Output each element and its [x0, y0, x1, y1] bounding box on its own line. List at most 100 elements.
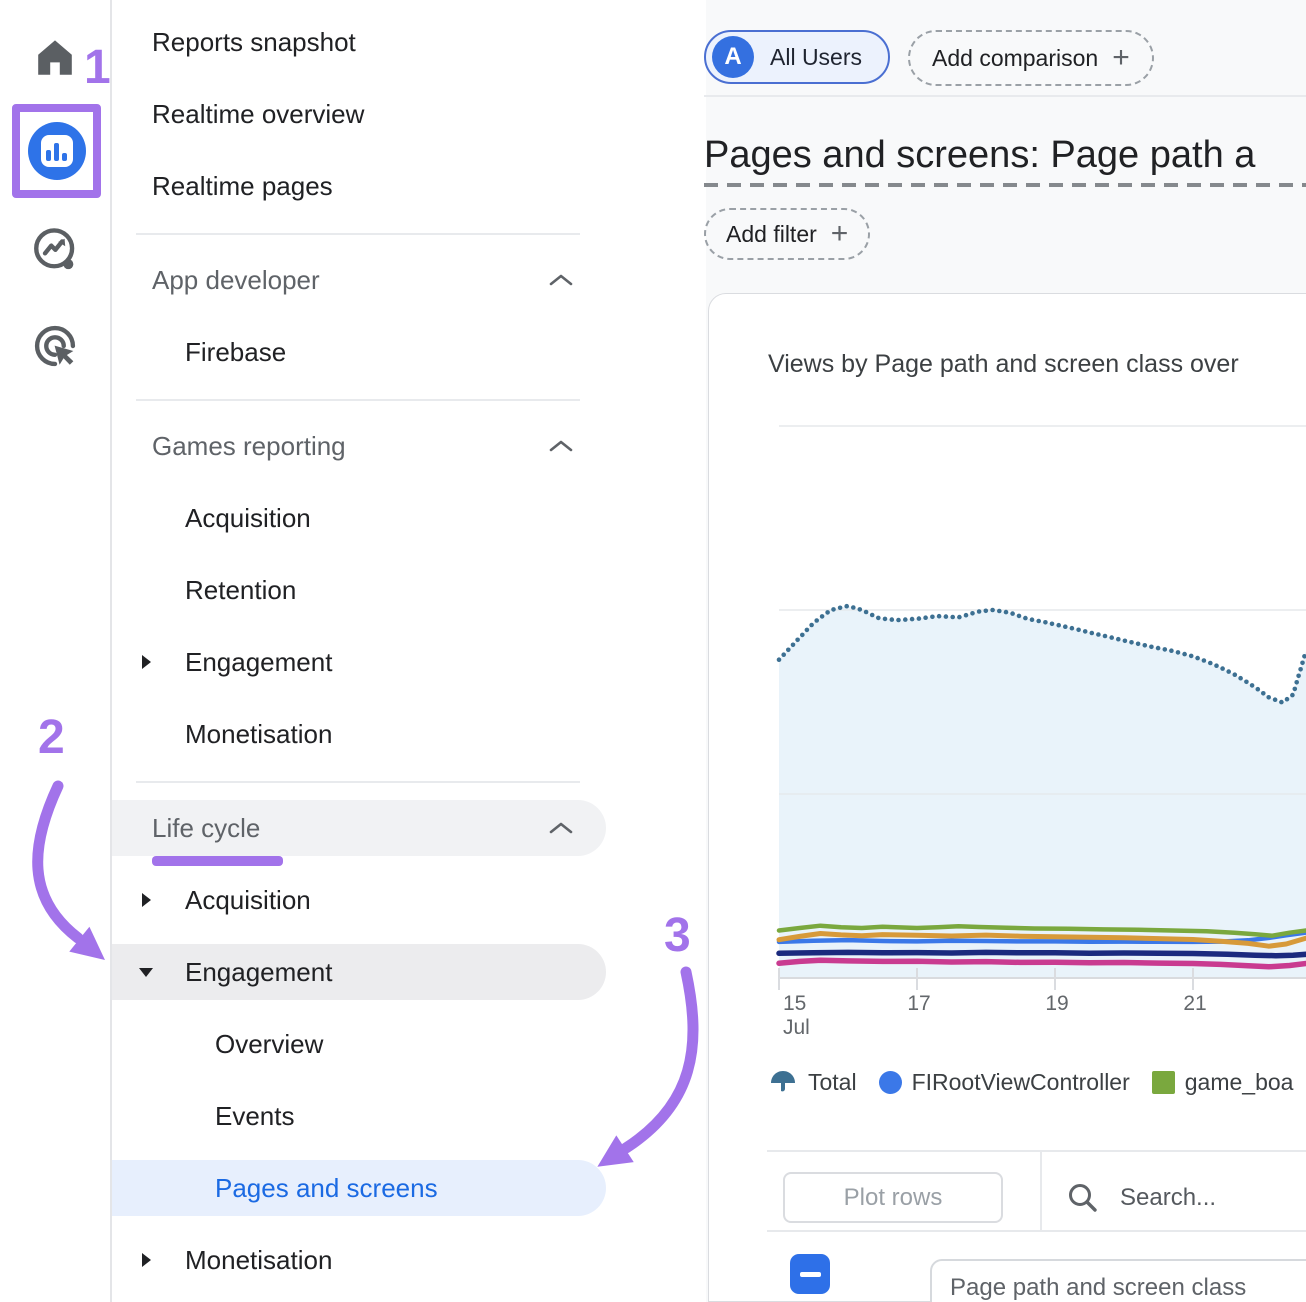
sidebar-item-label: Life cycle [112, 813, 260, 844]
total-dot [1004, 610, 1009, 615]
total-dot [831, 607, 836, 612]
sidebar-item-acquisition[interactable]: Acquisition [112, 872, 606, 928]
sidebar-item-pages-and-screens[interactable]: Pages and screens [112, 1160, 606, 1216]
reports-nav-button[interactable] [28, 122, 86, 180]
total-dot [1023, 616, 1028, 621]
sidebar-item-monetisation[interactable]: Monetisation [112, 1232, 606, 1288]
reports-sidebar: Reports snapshot Realtime overview Realtim… [112, 0, 706, 1302]
sidebar-item-label: Pages and screens [112, 1173, 438, 1204]
total-dot [984, 609, 989, 614]
total-dot [903, 617, 908, 622]
sidebar-section-life-cycle[interactable]: Life cycle [112, 800, 606, 856]
add-comparison-label: Add comparison [932, 45, 1098, 72]
step1-highlight-frame [12, 104, 101, 198]
total-dot [1096, 632, 1101, 637]
total-dot [1250, 683, 1255, 688]
sidebar-item-engagement[interactable]: Engagement [112, 634, 606, 690]
add-comparison-button[interactable]: Add comparison + [908, 30, 1154, 86]
chevron-up-icon[interactable] [548, 272, 574, 293]
total-dot [1300, 661, 1305, 666]
all-users-segment-chip[interactable]: A All Users [704, 30, 890, 84]
plot-rows-button[interactable]: Plot rows [783, 1172, 1003, 1223]
expand-arrow-right-icon[interactable] [136, 872, 156, 928]
legend-label: FIRootViewController [912, 1069, 1130, 1096]
select-all-checkbox[interactable] [790, 1254, 830, 1294]
total-dot [1290, 693, 1295, 698]
sidebar-item-reports-snapshot[interactable]: Reports snapshot [112, 14, 606, 70]
total-dot [1298, 667, 1303, 672]
total-dot [1163, 647, 1168, 652]
sidebar-item-firebase[interactable]: Firebase [112, 324, 606, 380]
dimension-selector[interactable]: Page path and screen class [930, 1259, 1306, 1302]
chevron-up-icon[interactable] [548, 820, 574, 841]
sidebar-item-realtime-overview[interactable]: Realtime overview [112, 86, 606, 142]
sidebar-section-app-developer[interactable]: App developer [112, 252, 606, 308]
total-dot [870, 613, 875, 618]
total-dot [896, 618, 901, 623]
sidebar-item-monetisation[interactable]: Monetisation [112, 706, 606, 762]
total-dot [844, 604, 849, 609]
total-dot [883, 617, 888, 622]
total-dot [917, 616, 922, 621]
total-dot [851, 605, 856, 610]
x-tick-label: 19 [1045, 992, 1068, 1015]
total-dot [1149, 645, 1154, 650]
sidebar-item-label: App developer [112, 265, 320, 296]
total-dot [1156, 646, 1161, 651]
total-dot [1226, 669, 1231, 674]
advertising-nav-button[interactable] [0, 318, 110, 374]
sidebar-divider [136, 781, 580, 783]
sidebar-item-engagement[interactable]: Engagement [112, 944, 606, 1000]
total-dot [1129, 640, 1134, 645]
table-search[interactable] [1066, 1172, 1306, 1223]
total-dot [1293, 687, 1298, 692]
total-dot [1017, 614, 1022, 619]
total-dot [950, 615, 955, 620]
total-dot [1302, 654, 1306, 659]
controls-vertical-divider [1040, 1150, 1042, 1230]
expand-arrow-right-icon[interactable] [136, 634, 156, 690]
explore-nav-button[interactable] [0, 222, 110, 278]
total-dot [1056, 623, 1061, 628]
sidebar-item-realtime-pages[interactable]: Realtime pages [112, 158, 606, 214]
expand-arrow-right-icon[interactable] [136, 1232, 156, 1288]
step-3-badge: 3 [664, 908, 691, 963]
legend-item-game-board[interactable]: game_boa [1152, 1069, 1294, 1096]
sidebar-item-retention[interactable]: Retention [112, 562, 606, 618]
series-line [779, 952, 1306, 955]
search-input[interactable] [1118, 1183, 1272, 1213]
add-filter-button[interactable]: Add filter + [704, 208, 870, 260]
total-dot [964, 613, 969, 618]
total-dot [1220, 666, 1225, 671]
total-dot [1238, 676, 1243, 681]
sidebar-section-games-reporting[interactable]: Games reporting [112, 418, 606, 474]
sidebar-item-acquisition[interactable]: Acquisition [112, 490, 606, 546]
chart-title: Views by Page path and screen class over [768, 350, 1306, 379]
page-title: Pages and screens: Page path a [704, 134, 1306, 182]
legend-item-total[interactable]: Total [768, 1067, 857, 1097]
total-area-fill [779, 606, 1306, 978]
total-dome-icon [768, 1067, 798, 1097]
total-dot [1294, 680, 1299, 685]
total-dot [838, 606, 843, 611]
sidebar-item-label: Realtime overview [112, 99, 364, 130]
total-dot [1070, 626, 1075, 631]
chevron-up-icon[interactable] [548, 438, 574, 459]
total-dot [1266, 695, 1271, 700]
views-over-time-chart[interactable]: 15Jul171921 [704, 404, 1306, 1044]
sidebar-item-events[interactable]: Events [112, 1088, 606, 1144]
total-dot [1279, 700, 1284, 705]
plus-icon: + [831, 219, 849, 249]
legend-item-firootviewcontroller[interactable]: FIRootViewController [879, 1069, 1130, 1096]
series-circle-swatch [879, 1071, 902, 1094]
title-dashed-underline [704, 183, 1306, 187]
expand-arrow-down-icon[interactable] [136, 944, 156, 1000]
sidebar-item-label: Games reporting [112, 431, 346, 462]
total-dot [809, 623, 814, 628]
chart-legend: Total FIRootViewController game_boa [768, 1062, 1306, 1102]
total-dot [864, 610, 869, 615]
total-dot [781, 652, 786, 657]
total-dot [1076, 628, 1081, 633]
legend-label: Total [808, 1069, 857, 1096]
sidebar-item-overview[interactable]: Overview [112, 1016, 606, 1072]
